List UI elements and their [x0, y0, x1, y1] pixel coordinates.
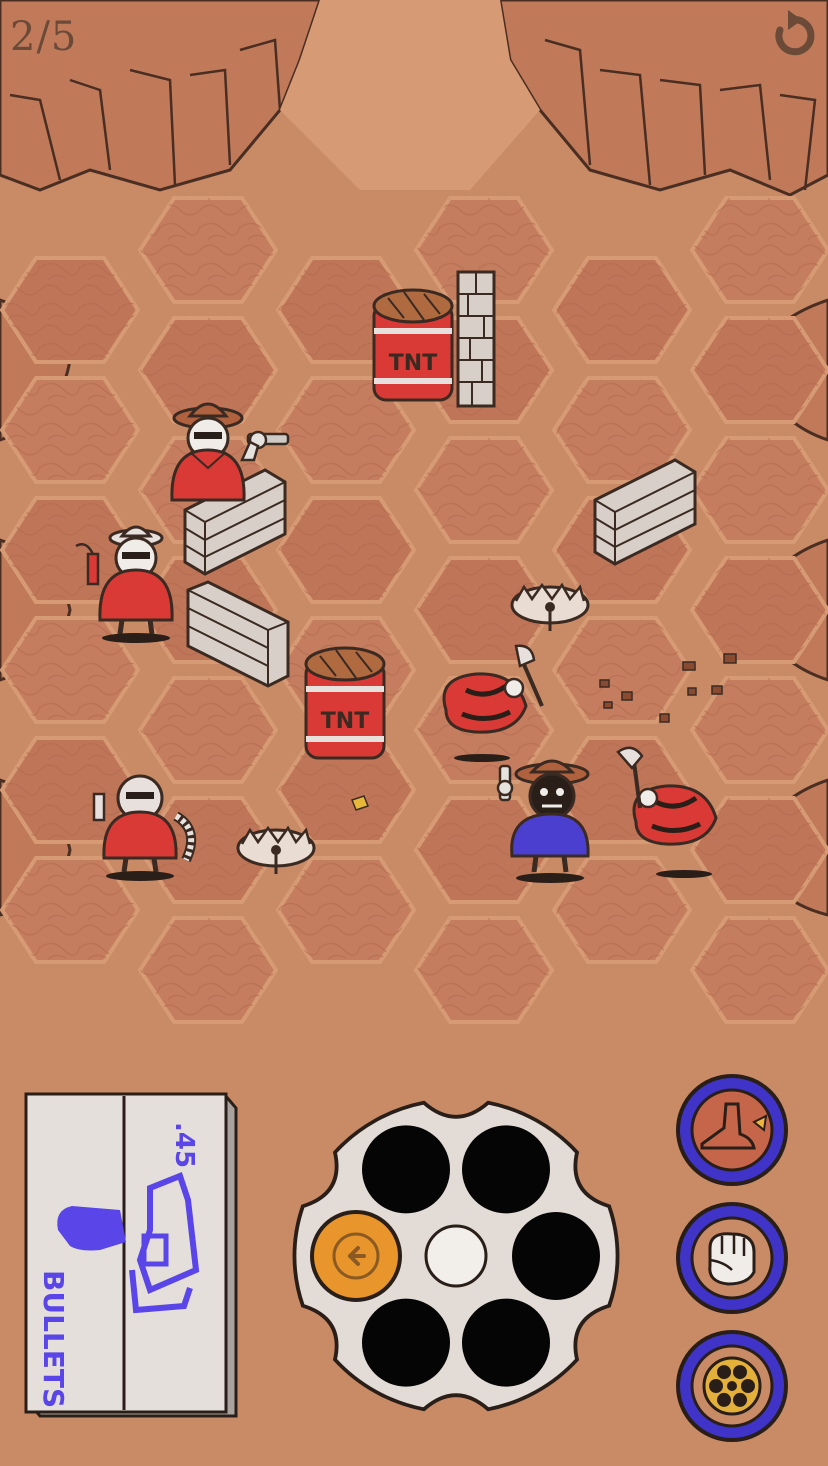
revolver-icon [496, 764, 514, 802]
chamber-loaded[interactable] [462, 1298, 550, 1387]
chamber-loaded[interactable] [362, 1125, 450, 1214]
revolver-cylinder-icon [702, 1356, 762, 1416]
chamber-loaded[interactable] [462, 1125, 550, 1214]
cylinder-center [424, 1224, 488, 1288]
chamber-loaded[interactable] [512, 1212, 600, 1300]
tnt-label: TNT [321, 709, 369, 734]
undo-arrow-icon[interactable] [766, 10, 818, 62]
mini-chamber [717, 1365, 731, 1380]
ammo-box[interactable]: .45 BULLETS [24, 1092, 238, 1466]
ammo-caliber: .45 [169, 1122, 199, 1168]
mini-chamber [709, 1379, 723, 1393]
kick-button[interactable] [676, 1074, 788, 1186]
reload-button[interactable] [676, 1330, 788, 1442]
tnt-label: TNT [389, 351, 437, 376]
tnt-barrel: TNT [372, 288, 454, 402]
level-counter: 2/5 [10, 14, 78, 60]
mini-chamber [733, 1392, 747, 1407]
mini-chamber-center [727, 1381, 737, 1391]
fist-icon [708, 1232, 756, 1286]
mini-chamber [741, 1379, 755, 1393]
game-board: TNT TNT [0, 0, 828, 1060]
tnt-barrel: TNT [304, 646, 386, 760]
ammo-label: BULLETS [37, 1270, 70, 1408]
mini-chamber [717, 1392, 731, 1407]
punch-button[interactable] [676, 1202, 788, 1314]
control-panel: .45 BULLETS [0, 1060, 828, 1466]
brick-wall [456, 270, 496, 408]
chamber-loaded[interactable] [362, 1298, 450, 1387]
revolver-cylinder[interactable] [292, 1100, 620, 1412]
mini-chamber [733, 1365, 747, 1380]
game-screen: TNT TNT 2/5 .45 BULLETS [0, 0, 828, 1466]
